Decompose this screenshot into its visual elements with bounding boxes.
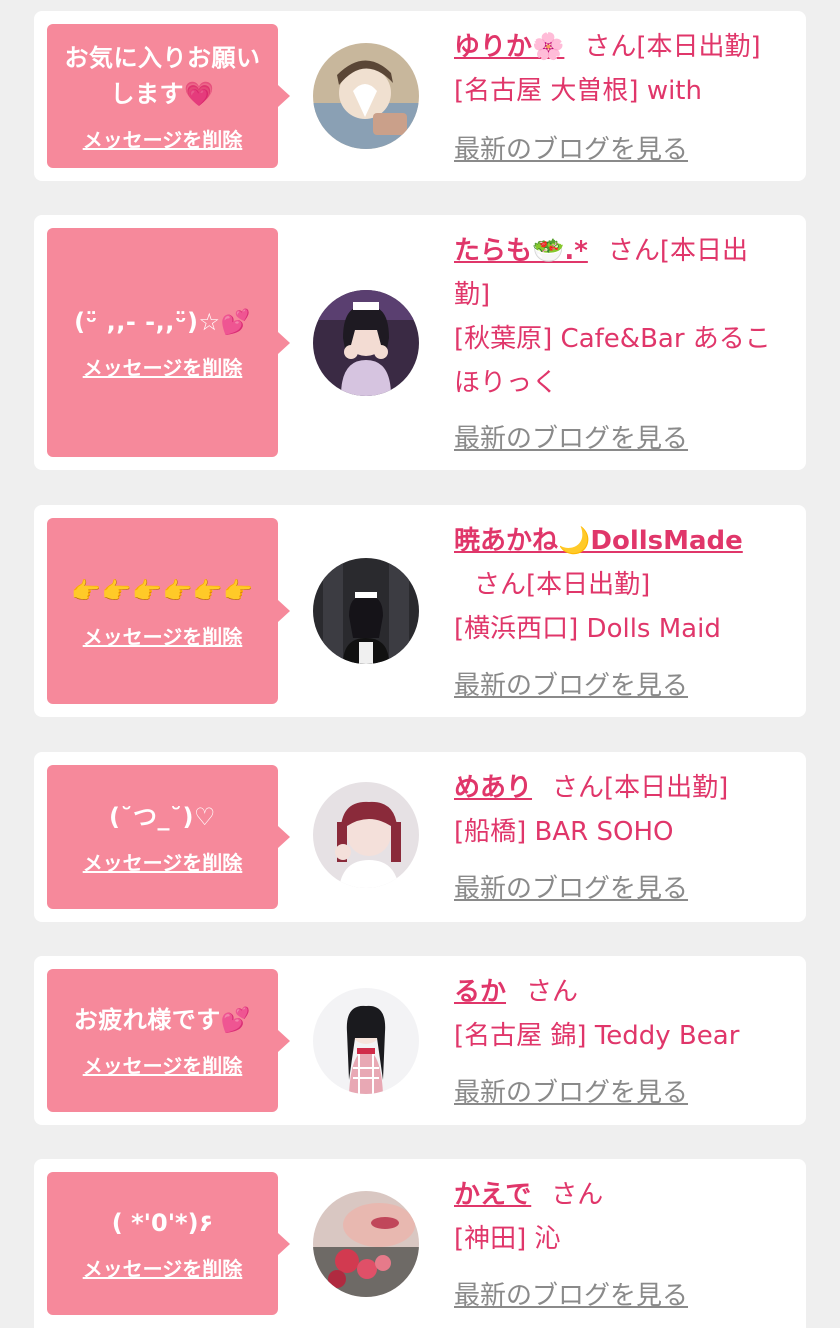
avatar[interactable] [313,988,419,1094]
message-card: (˘つ_˘)♡ メッセージを削除 めあり さん[本日出勤] [船橋] BAR SO… [34,752,806,922]
cast-name-link[interactable]: かえで [454,1180,531,1210]
message-bubble: (ᵕ̈ ,,- -,,ᵕ̈)☆💕 メッセージを削除 [47,228,290,457]
cast-info: 暁あかね🌙DollsMade さん[本日出勤] [横浜西口] Dolls Maid [454,519,782,651]
cast-status: さん [551,1180,604,1210]
latest-blog-link[interactable]: 最新のブログを見る [454,1275,688,1312]
avatar[interactable] [313,290,419,396]
avatar[interactable] [313,558,419,664]
latest-blog-link[interactable]: 最新のブログを見る [454,1072,688,1109]
avatar[interactable] [313,782,419,888]
shop-label: [名古屋 大曽根] with [454,76,702,106]
latest-blog-link[interactable]: 最新のブログを見る [454,129,688,166]
message-list: お気に入りお願い します💗 メッセージを削除 ゆりか🌸 さん[本日出勤] [名古屋… [0,0,840,1328]
delete-message-link[interactable]: メッセージを削除 [83,124,243,153]
shop-label: [神田] 沁 [454,1224,561,1254]
message-text: ( *'0'*)۶ [111,1209,214,1237]
message-card: お疲れ様です💕 メッセージを削除 るか さん [名古屋 錦] Teddy Bear… [34,956,806,1125]
cast-status: さん [526,977,579,1007]
message-bubble: ( *'0'*)۶ メッセージを削除 [47,1172,290,1315]
cast-name-link[interactable]: めあり [454,773,532,803]
message-bubble: お疲れ様です💕 メッセージを削除 [47,969,290,1112]
cast-name-link[interactable]: たらも🥗.* [454,236,588,266]
shop-label: [横浜西口] Dolls Maid [454,614,721,644]
message-text: 👉👉👉👉👉👉 [71,576,254,605]
cast-name-link[interactable]: 暁あかね🌙DollsMade [454,526,743,556]
latest-blog-link[interactable]: 最新のブログを見る [454,868,688,905]
delete-message-link[interactable]: メッセージを削除 [83,1253,243,1282]
message-bubble: お気に入りお願い します💗 メッセージを削除 [47,24,290,168]
cast-status: さん[本日出勤] [552,773,729,803]
cast-info: かえで さん [神田] 沁 [454,1173,782,1261]
avatar[interactable] [313,1191,419,1297]
message-text: (˘つ_˘)♡ [109,802,216,831]
shop-label: [名古屋 錦] Teddy Bear [454,1021,740,1051]
cast-info: るか さん [名古屋 錦] Teddy Bear [454,970,782,1058]
message-bubble: 👉👉👉👉👉👉 メッセージを削除 [47,518,290,704]
latest-blog-link[interactable]: 最新のブログを見る [454,418,688,455]
message-text: お気に入りお願い します💗 [64,43,261,108]
cast-info: ゆりか🌸 さん[本日出勤] [名古屋 大曽根] with [454,25,782,113]
message-card: お気に入りお願い します💗 メッセージを削除 ゆりか🌸 さん[本日出勤] [名古屋… [34,11,806,181]
cast-info: たらも🥗.* さん[本日出勤] [秋葉原] Cafe&Bar あるこほりっく [454,229,782,405]
message-text: お疲れ様です💕 [73,1006,252,1034]
delete-message-link[interactable]: メッセージを削除 [83,352,243,381]
shop-label: [秋葉原] Cafe&Bar あるこほりっく [454,324,771,398]
message-bubble: (˘つ_˘)♡ メッセージを削除 [47,765,290,909]
cast-name-link[interactable]: るか [454,977,506,1007]
cast-name-link[interactable]: ゆりか🌸 [454,32,564,62]
cast-status: さん[本日出勤] [584,32,761,62]
delete-message-link[interactable]: メッセージを削除 [83,1050,243,1079]
delete-message-link[interactable]: メッセージを削除 [83,847,243,876]
message-text: (ᵕ̈ ,,- -,,ᵕ̈)☆💕 [74,308,251,336]
shop-label: [船橋] BAR SOHO [454,817,674,847]
delete-message-link[interactable]: メッセージを削除 [83,621,243,650]
message-card: ( *'0'*)۶ メッセージを削除 かえで さん [神田] 沁 最新のブログを見… [34,1159,806,1328]
avatar[interactable] [313,43,419,149]
cast-status: さん[本日出勤] [474,570,651,600]
cast-info: めあり さん[本日出勤] [船橋] BAR SOHO [454,766,782,854]
message-card: 👉👉👉👉👉👉 メッセージを削除 暁あかね🌙DollsMade さん[本日出勤] [… [34,505,806,717]
latest-blog-link[interactable]: 最新のブログを見る [454,665,688,702]
message-card: (ᵕ̈ ,,- -,,ᵕ̈)☆💕 メッセージを削除 たらも🥗.* さん[本日出勤]… [34,215,806,470]
